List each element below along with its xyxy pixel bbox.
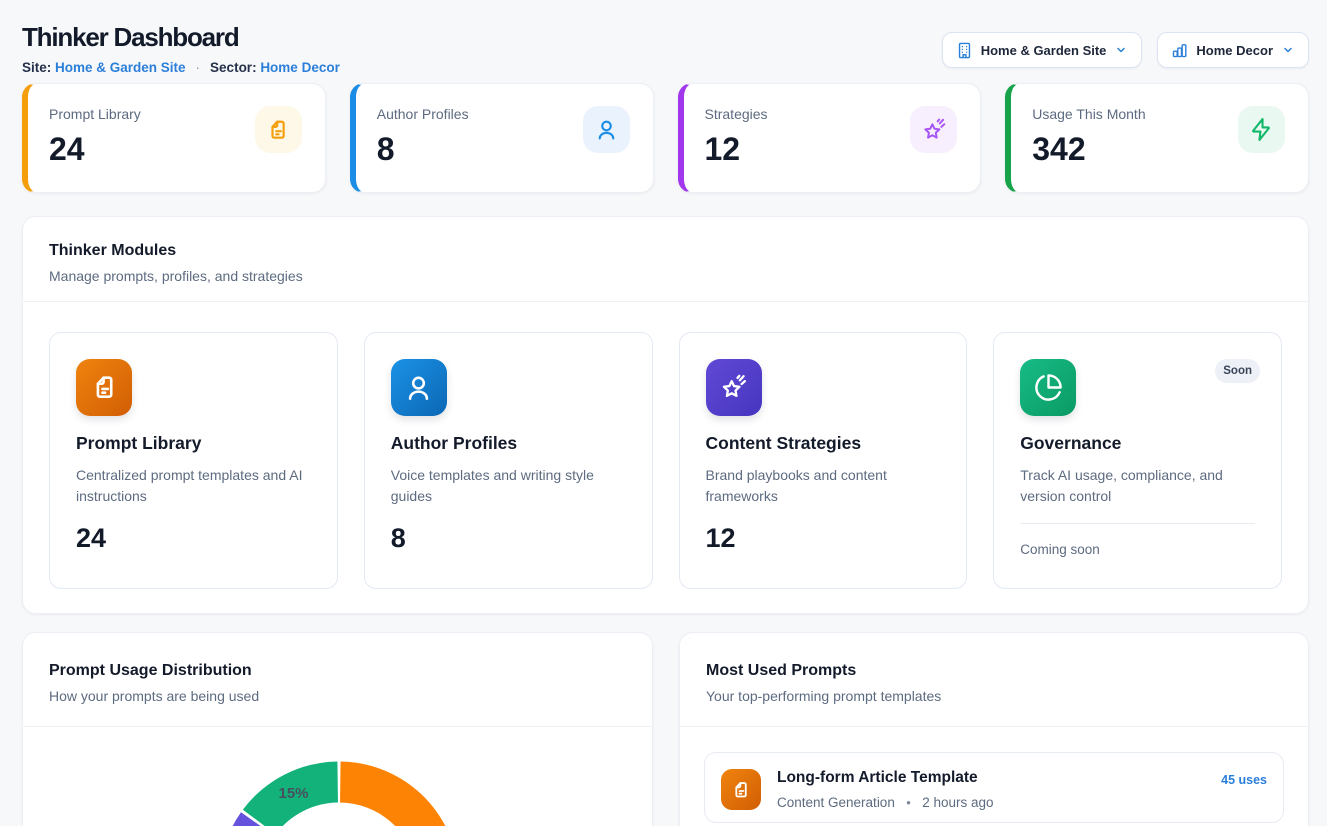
svg-text:15%: 15%	[278, 785, 308, 802]
